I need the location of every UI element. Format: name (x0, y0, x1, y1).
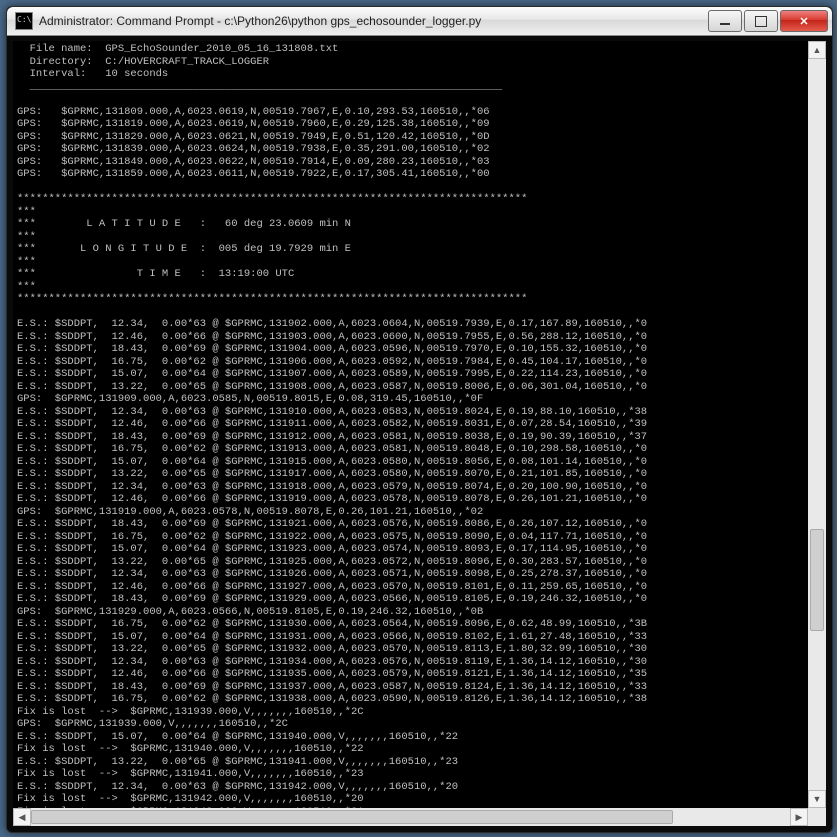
title-bar[interactable]: Administrator: Command Prompt - c:\Pytho… (7, 7, 832, 36)
scroll-left-button[interactable]: ◀ (13, 808, 31, 826)
scroll-down-button[interactable]: ▼ (808, 790, 826, 808)
scroll-up-button[interactable]: ▲ (808, 41, 826, 59)
vertical-scrollbar[interactable]: ▲ ▼ (808, 41, 826, 808)
window-buttons: ✕ (706, 10, 828, 32)
vertical-scroll-track[interactable] (808, 59, 826, 790)
app-window: Administrator: Command Prompt - c:\Pytho… (6, 6, 833, 833)
horizontal-scrollbar[interactable]: ◀ ▶ (13, 808, 808, 826)
cmd-icon (15, 12, 33, 30)
scroll-right-button[interactable]: ▶ (790, 808, 808, 826)
maximize-button[interactable] (744, 10, 778, 32)
client-area: File name: GPS_EchoSounder_2010_05_16_13… (13, 41, 826, 826)
vertical-scroll-thumb[interactable] (810, 529, 824, 631)
close-button[interactable]: ✕ (780, 10, 828, 32)
horizontal-scroll-thumb[interactable] (31, 810, 673, 824)
minimize-button[interactable] (708, 10, 742, 32)
window-title: Administrator: Command Prompt - c:\Pytho… (39, 14, 706, 28)
console-output[interactable]: File name: GPS_EchoSounder_2010_05_16_13… (13, 41, 808, 808)
scrollbar-corner (808, 808, 826, 826)
horizontal-scroll-track[interactable] (31, 808, 790, 826)
